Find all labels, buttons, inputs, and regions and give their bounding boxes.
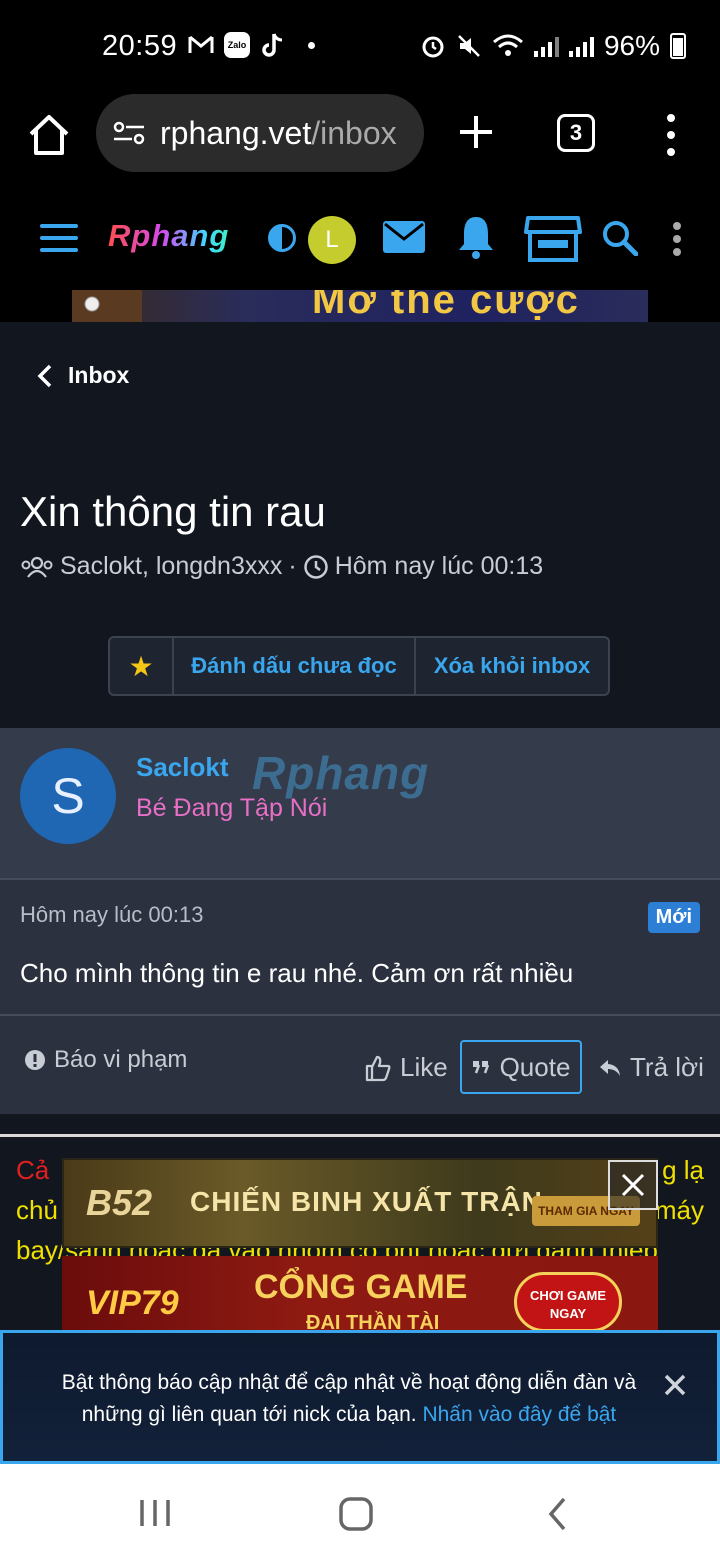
search-icon[interactable] <box>602 220 638 256</box>
message-author-header: S Saclokt Bé Đang Tập Nói Rphang <box>0 728 720 878</box>
browser-toolbar: rphang.vet/inbox 3 <box>0 92 720 180</box>
remove-from-inbox-button[interactable]: Xóa khỏi inbox <box>416 638 608 694</box>
zalo-icon: Zalo <box>224 32 250 58</box>
ad-banner-b52[interactable]: B52 CHIẾN BINH XUẤT TRẬN THAM GIA NGAY <box>62 1158 658 1248</box>
new-tab-icon[interactable] <box>458 114 494 150</box>
address-bar[interactable]: rphang.vet/inbox <box>96 94 424 172</box>
chevron-left-icon <box>37 364 52 387</box>
signal-icon-2 <box>568 35 594 57</box>
browser-menu-icon[interactable] <box>664 114 678 156</box>
back-to-inbox-link[interactable]: Inbox <box>36 362 129 389</box>
reply-button[interactable]: Trả lời <box>598 1052 704 1083</box>
meta-separator: · <box>288 552 297 580</box>
store-icon[interactable] <box>524 214 582 264</box>
back-nav-icon[interactable] <box>546 1496 570 1532</box>
ad2-brand: VIP79 <box>86 1284 179 1322</box>
quote-icon <box>472 1061 489 1074</box>
top-ad-banner[interactable]: Mở thẻ cược <box>72 290 648 322</box>
hamburger-menu-icon[interactable] <box>40 224 78 252</box>
theme-toggle-icon[interactable] <box>268 224 296 252</box>
ad1-title: CHIẾN BINH XUẤT TRẬN <box>190 1186 543 1217</box>
site-settings-icon[interactable] <box>112 120 146 146</box>
promo-line1-end: g lạ <box>662 1155 704 1185</box>
section-divider <box>0 1134 720 1137</box>
conversation-time: Hôm nay lúc 00:13 <box>334 552 544 580</box>
status-bar: 20:59 Zalo 96% <box>0 0 720 92</box>
status-time: 20:59 <box>102 30 178 62</box>
main-content: Inbox Xin thông tin rau Saclokt, longdn3… <box>0 322 720 1332</box>
signal-icon <box>533 35 559 57</box>
author-avatar[interactable]: S <box>20 748 116 844</box>
battery-icon <box>670 33 686 59</box>
reply-icon <box>600 1059 620 1076</box>
quote-label: Quote <box>499 1051 571 1082</box>
ad-close-button[interactable] <box>608 1160 658 1210</box>
conversation-actions: ★ Đánh dấu chưa đọc Xóa khỏi inbox <box>108 636 610 696</box>
site-logo[interactable]: Rphang <box>108 218 229 254</box>
tiktok-icon <box>260 32 286 58</box>
ad-banner-vip79[interactable]: VIP79 CỔNG GAME ĐẠI THẦN TÀI CHƠI GAME N… <box>62 1256 658 1332</box>
message-body: Hôm nay lúc 00:13 Mới Cho mình thông tin… <box>0 878 720 1114</box>
message-text: Cho mình thông tin e rau nhé. Cảm ơn rất… <box>20 958 574 988</box>
ad2-subtitle: ĐẠI THẦN TÀI <box>306 1312 440 1332</box>
inbox-mail-icon[interactable] <box>382 220 426 254</box>
enable-notifications-link[interactable]: Nhấn vào đây để bật <box>422 1403 616 1426</box>
more-notifications-dot <box>308 41 315 49</box>
alarm-icon <box>422 36 444 58</box>
quote-button[interactable]: Quote <box>460 1040 582 1094</box>
status-system-icons: 96% <box>420 30 686 62</box>
site-header: Rphang L <box>0 180 720 290</box>
home-icon[interactable] <box>26 112 72 158</box>
more-options-icon[interactable] <box>672 222 682 256</box>
mute-icon <box>458 35 480 57</box>
ad1-brand: B52 <box>86 1182 153 1223</box>
like-label: Like <box>400 1052 448 1082</box>
participants-icon <box>21 556 53 578</box>
report-link[interactable]: Báo vi phạm <box>24 1046 187 1074</box>
thumbs-up-icon <box>365 1055 391 1081</box>
user-avatar[interactable]: L <box>308 216 356 264</box>
url-path: /inbox <box>311 114 397 151</box>
gmail-icon <box>188 32 214 58</box>
home-nav-icon[interactable] <box>338 1496 374 1532</box>
url-host: rphang.vet <box>160 114 312 151</box>
top-ad-text: Mở thẻ cược <box>312 290 580 322</box>
message-actions: Báo vi phạm Like Quote Trả lời <box>0 1014 720 1114</box>
ad2-title: CỔNG GAME <box>254 1268 468 1306</box>
reply-label: Trả lời <box>630 1052 704 1082</box>
conversation-meta: Saclokt, longdn3xxx · Hôm nay lúc 00:13 <box>20 552 543 581</box>
battery-percent: 96% <box>603 30 660 61</box>
tab-switcher-button[interactable]: 3 <box>557 114 595 152</box>
promo-line2-end: máy <box>654 1195 704 1225</box>
like-button[interactable]: Like <box>364 1052 448 1083</box>
message-date[interactable]: Hôm nay lúc 00:13 <box>20 902 203 928</box>
close-icon[interactable] <box>663 1373 687 1397</box>
notification-text-block: Bật thông báo cập nhật để cập nhật về ho… <box>47 1367 651 1431</box>
url-text: rphang.vet/inbox <box>160 115 397 152</box>
dice-graphic <box>72 290 142 322</box>
page-title: Xin thông tin rau <box>20 488 326 535</box>
participants-list[interactable]: Saclokt, longdn3xxx <box>60 552 282 581</box>
status-notification-icons: Zalo <box>188 32 315 58</box>
promo-line1-start: Cả <box>16 1155 50 1185</box>
report-label: Báo vi phạm <box>54 1046 188 1073</box>
site-watermark: Rphang <box>252 747 430 799</box>
warning-icon <box>25 1050 45 1070</box>
new-badge: Mới <box>647 902 700 933</box>
close-icon <box>621 1173 645 1197</box>
star-button[interactable]: ★ <box>110 638 174 694</box>
mark-unread-button[interactable]: Đánh dấu chưa đọc <box>174 638 416 694</box>
promo-line2-start: chủ <box>16 1195 58 1225</box>
ad2-cta[interactable]: CHƠI GAME NGAY <box>514 1272 622 1332</box>
bell-icon[interactable] <box>456 214 496 260</box>
author-username[interactable]: Saclokt <box>136 752 229 783</box>
clock-icon <box>303 554 328 579</box>
back-link-label: Inbox <box>68 362 130 388</box>
push-notification-prompt: Bật thông báo cập nhật để cập nhật về ho… <box>0 1330 720 1464</box>
recent-apps-icon[interactable] <box>138 1498 172 1528</box>
system-navigation-bar <box>0 1464 720 1560</box>
wifi-icon <box>492 34 523 56</box>
